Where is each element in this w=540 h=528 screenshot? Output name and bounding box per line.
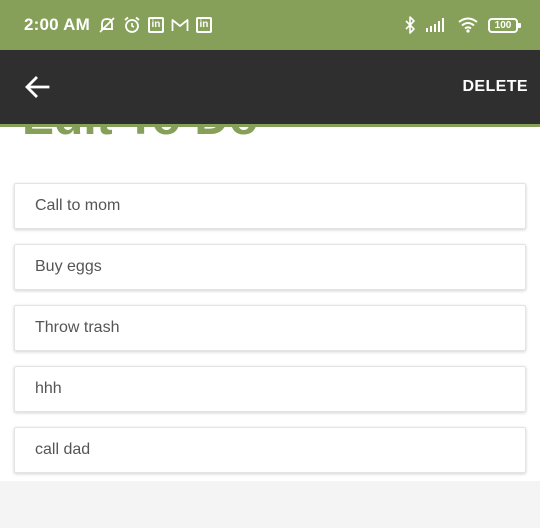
todo-item-label: hhh [35, 380, 62, 397]
todo-item[interactable]: Call to mom [14, 183, 526, 229]
muted-alarm-icon [98, 16, 116, 34]
cellular-signal-icon [426, 18, 448, 32]
todo-item[interactable]: call dad [14, 427, 526, 473]
battery-icon: 100 [488, 17, 521, 33]
wifi-icon [458, 17, 478, 33]
linkedin-icon: in [195, 17, 212, 33]
bluetooth-icon [404, 16, 416, 34]
page-title-clipped: Edit To Do [22, 127, 258, 146]
todo-item-label: call dad [35, 441, 91, 458]
todo-list-area: Call to mom Buy eggs Throw trash hhh cal… [0, 167, 540, 481]
todo-list: Call to mom Buy eggs Throw trash hhh cal… [14, 183, 526, 488]
todo-item-label: Throw trash [35, 319, 120, 336]
status-bar: 2:00 AM in in 100 [0, 0, 540, 50]
linkedin-icon: in [147, 17, 164, 33]
alarm-icon [123, 16, 141, 34]
gmail-icon [171, 17, 189, 33]
status-right: 100 [404, 16, 521, 34]
todo-item-label: Call to mom [35, 197, 121, 214]
todo-item[interactable]: hhh [14, 366, 526, 412]
todo-item-label: Buy eggs [35, 258, 102, 275]
todo-item[interactable]: Throw trash [14, 305, 526, 351]
header-card: Edit To Do [0, 127, 540, 167]
notification-icons: in in [98, 16, 212, 34]
back-button[interactable] [24, 75, 52, 99]
todo-item[interactable]: Buy eggs [14, 244, 526, 290]
app-bar: DELETE [0, 50, 540, 124]
status-time: 2:00 AM [24, 15, 90, 34]
status-left: 2:00 AM in in [24, 15, 212, 35]
arrow-left-icon [25, 76, 50, 98]
delete-button[interactable]: DELETE [462, 78, 528, 96]
